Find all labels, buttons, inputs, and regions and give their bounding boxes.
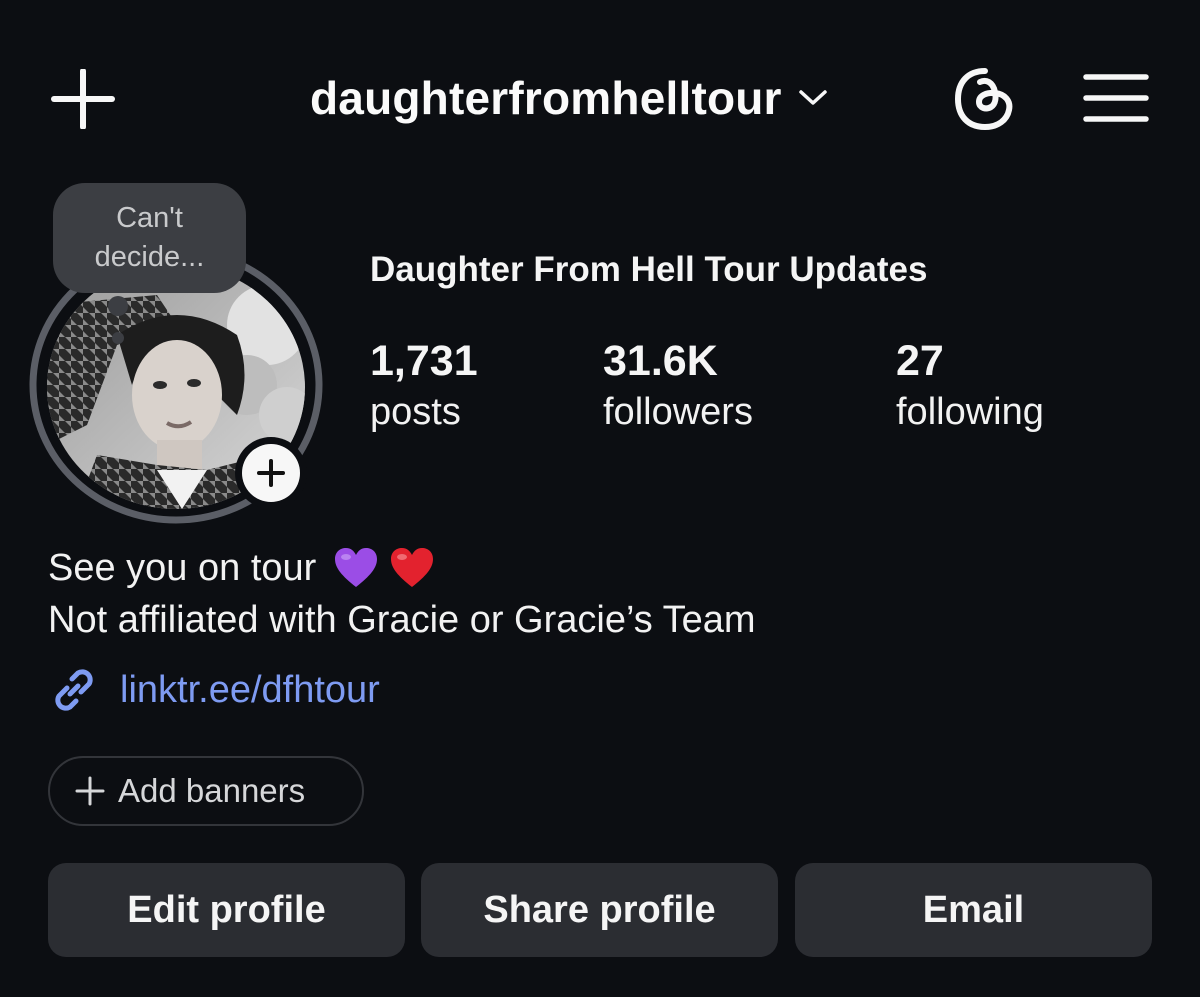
display-name: Daughter From Hell Tour Updates xyxy=(370,250,928,289)
note-bubble-tail-small xyxy=(112,332,124,344)
red-heart-icon xyxy=(391,548,434,587)
add-banners-label: Add banners xyxy=(118,772,306,809)
stat-posts[interactable]: 1,731 posts xyxy=(370,336,478,438)
stat-value: 31.6K xyxy=(603,337,718,385)
menu-button[interactable] xyxy=(1083,72,1149,124)
add-story-button[interactable] xyxy=(235,437,307,509)
add-banners-button[interactable]: Add banners xyxy=(48,756,364,826)
stat-value: 27 xyxy=(896,337,944,385)
plus-icon xyxy=(51,69,115,129)
edit-profile-label: Edit profile xyxy=(127,888,326,931)
share-profile-label: Share profile xyxy=(483,888,716,931)
email-button[interactable]: Email xyxy=(795,863,1152,957)
bio-line-1: See you on tour xyxy=(48,544,436,592)
edit-profile-button[interactable]: Edit profile xyxy=(48,863,405,957)
threads-icon xyxy=(954,68,1013,131)
plus-icon xyxy=(75,776,105,806)
stat-label: following xyxy=(896,391,1044,433)
link-icon xyxy=(55,669,93,711)
share-profile-button[interactable]: Share profile xyxy=(421,863,778,957)
note-bubble-tail xyxy=(108,296,128,316)
link-text: linktr.ee/dfhtour xyxy=(120,668,380,711)
bio-line-2: Not affiliated with Gracie or Gracie’s T… xyxy=(48,599,756,641)
create-button[interactable] xyxy=(50,69,116,129)
bio-text: See you on tour xyxy=(48,546,317,589)
note-bubble[interactable]: Can't decide... xyxy=(53,183,246,293)
stat-followers[interactable]: 31.6K followers xyxy=(603,336,753,438)
plus-icon xyxy=(257,459,285,487)
stat-label: posts xyxy=(370,391,461,433)
chevron-down-icon xyxy=(798,90,827,105)
purple-heart-icon xyxy=(335,548,378,587)
threads-button[interactable] xyxy=(950,64,1020,134)
username: daughterfromhelltour xyxy=(310,72,782,124)
stat-value: 1,731 xyxy=(370,337,478,385)
stat-following[interactable]: 27 following xyxy=(896,336,1044,438)
email-label: Email xyxy=(922,888,1025,931)
account-switcher[interactable]: daughterfromhelltour xyxy=(310,68,828,128)
bio-link[interactable]: linktr.ee/dfhtour xyxy=(48,664,380,716)
note-text: Can't decide... xyxy=(94,202,205,273)
stat-label: followers xyxy=(603,391,753,433)
hamburger-menu-icon xyxy=(1083,74,1149,122)
